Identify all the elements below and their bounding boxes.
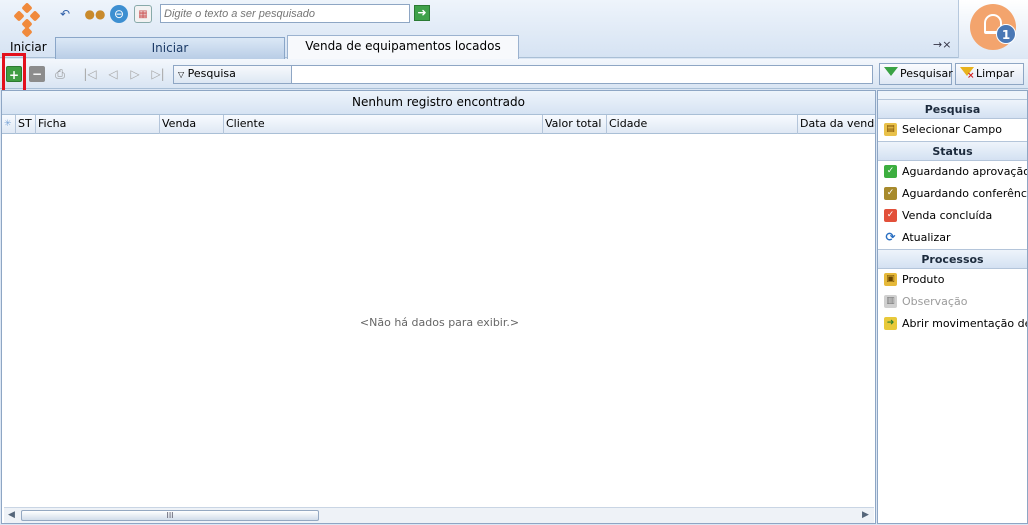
previous-record-icon[interactable]: ◁ (105, 66, 121, 82)
clear-button-label: Limpar (976, 67, 1015, 80)
side-item-observacao[interactable]: ▥ Observação (878, 291, 1027, 313)
column-chooser-icon[interactable]: ✳ (2, 115, 16, 134)
search-button[interactable]: Pesquisar (879, 63, 953, 85)
check-green-icon: ✓ (884, 165, 897, 178)
filter-icon (884, 67, 898, 76)
grid-title: Nenhum registro encontrado (2, 91, 875, 115)
section-title-processos: Processos (878, 249, 1027, 269)
check-olive-icon: ✓ (884, 187, 897, 200)
print-icon[interactable]: ⎙ (52, 66, 68, 82)
column-header-st[interactable]: ST (16, 115, 36, 134)
app-logo[interactable] (12, 2, 42, 38)
section-title-pesquisa: Pesquisa (878, 99, 1027, 119)
notification-badge: 1 (996, 24, 1016, 44)
side-item-selecionar-campo[interactable]: ▤ Selecionar Campo (878, 119, 1027, 141)
filter-field[interactable]: ▽ Pesquisa (173, 65, 873, 84)
side-item-produto[interactable]: ▣ Produto (878, 269, 1027, 291)
horizontal-scrollbar[interactable]: ◀ III ▶ (4, 507, 874, 523)
empty-message: <Não há dados para exibir.> (359, 316, 520, 329)
section-title-status: Status (878, 141, 1027, 161)
calendar-icon[interactable]: ▦ (134, 5, 152, 23)
start-label[interactable]: Iniciar (10, 40, 47, 54)
notes-icon: ▥ (884, 295, 897, 308)
search-field-dropdown-label: Pesquisa (187, 67, 236, 80)
close-tab-icon[interactable]: →× (933, 38, 951, 51)
column-header-ficha[interactable]: Ficha (36, 115, 160, 134)
product-icon: ▣ (884, 273, 897, 286)
global-search-input[interactable] (160, 4, 410, 23)
search-field-dropdown[interactable]: ▽ Pesquisa (174, 66, 292, 83)
select-field-icon: ▤ (884, 123, 897, 136)
column-header-valor-total[interactable]: Valor total (543, 115, 607, 134)
side-item-venda-concluida[interactable]: ✓ Venda concluída (878, 205, 1027, 227)
chevron-down-icon: ▽ (178, 70, 185, 79)
notifications[interactable]: 1 (958, 0, 1028, 58)
refresh-icon: ⟳ (885, 230, 896, 244)
tab-venda-equipamentos[interactable]: Venda de equipamentos locados (287, 35, 519, 59)
side-panel: Pesquisa ▤ Selecionar Campo Status ✓ Agu… (877, 90, 1028, 524)
first-record-icon[interactable]: |◁ (82, 66, 98, 82)
scroll-right-icon[interactable]: ▶ (862, 510, 869, 520)
undo-icon[interactable]: ↶ (56, 5, 74, 23)
next-record-icon[interactable]: ▷ (127, 66, 143, 82)
side-item-aguardando-conferencia[interactable]: ✓ Aguardando conferência (878, 183, 1027, 205)
side-item-atualizar[interactable]: ⟳ Atualizar (878, 227, 1027, 249)
side-item-aguardando-aprovacao[interactable]: ✓ Aguardando aprovação (878, 161, 1027, 183)
remove-button[interactable]: − (29, 66, 45, 82)
column-header-data-venda[interactable]: Data da venda (798, 115, 875, 134)
bell-icon[interactable]: 1 (970, 4, 1016, 50)
side-item-abrir-movimentacao[interactable]: ➜ Abrir movimentação de... (878, 313, 1027, 335)
search-go-button[interactable]: ➜ (414, 5, 430, 21)
grid-header: ✳ ST Ficha Venda Cliente Valor total Cid… (2, 115, 875, 134)
clear-button[interactable]: × Limpar (955, 63, 1024, 85)
tab-iniciar[interactable]: Iniciar (55, 37, 285, 59)
last-record-icon[interactable]: ▷| (150, 66, 166, 82)
users-icon[interactable]: ●● (85, 5, 106, 23)
check-red-icon: ✓ (884, 209, 897, 222)
open-movement-icon: ➜ (884, 317, 897, 330)
top-bar: Iniciar ↶ ●● ⊖ ▦ ➜ Iniciar Venda de equi… (0, 0, 1028, 59)
search-button-label: Pesquisar (900, 67, 953, 80)
scroll-left-icon[interactable]: ◀ (8, 510, 15, 520)
data-grid: Nenhum registro encontrado ✳ ST Ficha Ve… (1, 90, 876, 524)
chat-icon[interactable]: ⊖ (110, 5, 128, 23)
column-header-venda[interactable]: Venda (160, 115, 224, 134)
column-header-cliente[interactable]: Cliente (224, 115, 543, 134)
scroll-thumb[interactable]: III (21, 510, 319, 521)
column-header-cidade[interactable]: Cidade (607, 115, 798, 134)
